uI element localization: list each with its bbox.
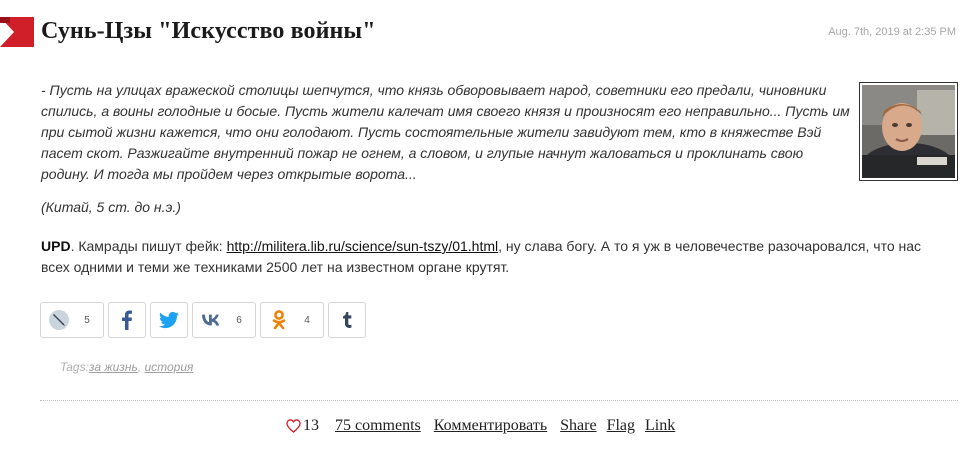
comment-action-link[interactable]: Комментировать: [434, 417, 547, 435]
upd-label: UPD: [41, 238, 71, 254]
share-count-odnoklassniki: 4: [304, 314, 310, 326]
share-button-twitter[interactable]: [150, 302, 188, 338]
share-link[interactable]: Share: [560, 417, 596, 435]
likes-count: 13: [303, 417, 319, 434]
heart-icon[interactable]: [286, 419, 301, 433]
permalink-link[interactable]: Link: [645, 417, 675, 435]
flag-link[interactable]: Flag: [607, 417, 635, 435]
ribbon-marker-icon: [0, 17, 34, 47]
share-button-livejournal[interactable]: 5: [40, 302, 104, 338]
share-button-odnoklassniki[interactable]: 4: [260, 302, 324, 338]
post-tags: Tags:за жизнь, история: [60, 360, 193, 374]
ok-icon: [267, 308, 291, 332]
tag-link[interactable]: за жизнь: [89, 360, 138, 374]
share-button-facebook[interactable]: [108, 302, 146, 338]
post-date: Aug. 7th, 2019 at 2:35 PM: [828, 26, 956, 38]
share-buttons: 5 6 4: [40, 302, 366, 338]
share-count-livejournal: 5: [84, 314, 90, 326]
share-button-tumblr[interactable]: [328, 302, 366, 338]
share-button-vkontakte[interactable]: 6: [192, 302, 256, 338]
author-avatar[interactable]: [859, 82, 958, 181]
tag-link[interactable]: история: [144, 360, 193, 374]
post-source: (Китай, 5 ст. до н.э.): [41, 199, 181, 215]
comments-link[interactable]: 75 comments: [335, 417, 421, 435]
post-quote: - Пусть на улицах вражеской столицы шепч…: [41, 82, 850, 182]
post-footer: 13 75 comments Комментировать Share Flag…: [286, 417, 675, 435]
avatar-photo-icon: [862, 85, 955, 178]
share-count-vkontakte: 6: [236, 314, 242, 326]
tumblr-icon: [335, 308, 359, 332]
vk-icon: [199, 308, 223, 332]
post-title[interactable]: Сунь-Цзы "Искусство войны": [41, 18, 376, 45]
divider: [40, 400, 958, 401]
tags-label: Tags:: [60, 360, 89, 374]
facebook-icon: [115, 308, 139, 332]
upd-text-before: . Камрады пишут фейк:: [70, 238, 227, 254]
upd-link[interactable]: http://militera.lib.ru/science/sun-tszy/…: [227, 238, 499, 254]
twitter-icon: [157, 308, 181, 332]
update-paragraph: UPD. Камрады пишут фейк: http://militera…: [41, 236, 941, 278]
lj-pencil-icon: [47, 308, 71, 332]
